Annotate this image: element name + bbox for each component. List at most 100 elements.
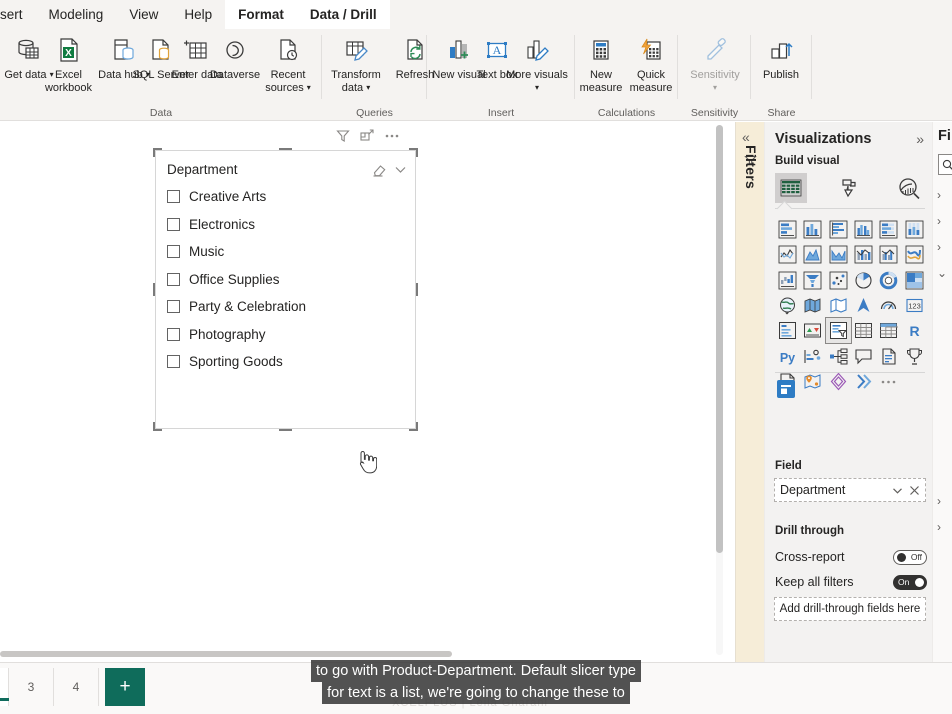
chevron-right-icon[interactable]: › bbox=[937, 240, 941, 254]
line-chart-icon[interactable] bbox=[775, 242, 800, 267]
checkbox[interactable] bbox=[167, 355, 180, 369]
add-page-button[interactable]: + bbox=[105, 668, 145, 706]
slicer-item[interactable]: Party & Celebration bbox=[167, 293, 407, 321]
stacked-column-chart-icon[interactable] bbox=[800, 217, 825, 242]
report-canvas[interactable]: Department Creative Arts Electronics Mus… bbox=[0, 122, 728, 662]
field-well-department[interactable]: Department bbox=[774, 478, 926, 502]
slicer-visual-container[interactable]: Department Creative Arts Electronics Mus… bbox=[153, 148, 418, 431]
qna-visual-icon[interactable] bbox=[851, 343, 876, 368]
chevron-right-icon[interactable]: › bbox=[937, 188, 941, 202]
hundred-percent-stacked-column-chart-icon[interactable] bbox=[901, 217, 926, 242]
close-icon[interactable] bbox=[909, 485, 920, 496]
cross-report-toggle[interactable]: Off bbox=[893, 549, 927, 565]
sensitivity-button[interactable]: Sensitivity ▾ bbox=[682, 33, 748, 99]
focus-mode-icon[interactable] bbox=[360, 129, 374, 143]
ribbon-tab-view[interactable]: View bbox=[116, 0, 171, 29]
donut-chart-icon[interactable] bbox=[876, 268, 901, 293]
page-tab-3[interactable]: 3 bbox=[9, 668, 54, 706]
pie-chart-icon[interactable] bbox=[851, 268, 876, 293]
chevron-right-icon[interactable]: › bbox=[937, 214, 941, 228]
new-measure-button[interactable]: New measure bbox=[575, 33, 627, 99]
chevron-right-icon[interactable]: › bbox=[937, 520, 941, 534]
keep-all-filters-toggle[interactable]: On bbox=[893, 574, 927, 590]
kpi-icon[interactable] bbox=[800, 318, 825, 343]
quick-measure-button[interactable]: Quick measure bbox=[625, 33, 677, 99]
ribbon-chart-icon[interactable] bbox=[901, 242, 926, 267]
ribbon-tab-insert[interactable]: sert bbox=[0, 0, 36, 29]
matrix-icon[interactable] bbox=[876, 318, 901, 343]
table-icon[interactable] bbox=[851, 318, 876, 343]
multi-row-card-icon[interactable] bbox=[775, 318, 800, 343]
scrollbar-thumb[interactable] bbox=[716, 125, 723, 553]
decomposition-tree-icon[interactable] bbox=[826, 343, 851, 368]
chevron-down-icon[interactable] bbox=[892, 485, 903, 496]
ribbon-tab-help[interactable]: Help bbox=[171, 0, 225, 29]
treemap-icon[interactable] bbox=[901, 268, 926, 293]
eraser-icon[interactable] bbox=[372, 162, 387, 177]
ribbon-tab-modeling[interactable]: Modeling bbox=[36, 0, 117, 29]
python-visual-icon[interactable]: Py bbox=[775, 343, 800, 368]
map-icon[interactable] bbox=[775, 293, 800, 318]
build-visual-tab[interactable] bbox=[775, 173, 807, 203]
checkbox[interactable] bbox=[167, 190, 180, 204]
chevron-double-left-icon[interactable]: « bbox=[742, 129, 750, 145]
page-tab-4[interactable]: 4 bbox=[54, 668, 99, 706]
chevron-double-right-icon[interactable]: » bbox=[916, 131, 924, 147]
chevron-down-icon[interactable] bbox=[394, 163, 407, 176]
excel-workbook-button[interactable]: X Excel workbook bbox=[40, 33, 97, 99]
drill-through-dropzone[interactable]: Add drill-through fields here bbox=[774, 597, 926, 621]
dataverse-button[interactable]: Dataverse bbox=[204, 33, 266, 99]
gauge-icon[interactable] bbox=[876, 293, 901, 318]
shape-map-icon[interactable] bbox=[826, 293, 851, 318]
key-influencers-icon[interactable] bbox=[800, 343, 825, 368]
checkbox[interactable] bbox=[167, 327, 180, 341]
get-more-visuals-icon[interactable] bbox=[777, 380, 795, 398]
page-tab-partial[interactable] bbox=[0, 668, 9, 706]
transform-data-button[interactable]: Transform data ▾ bbox=[325, 33, 387, 99]
scatter-chart-icon[interactable] bbox=[826, 268, 851, 293]
slicer-item[interactable]: Music bbox=[167, 238, 407, 266]
hundred-percent-stacked-bar-chart-icon[interactable] bbox=[876, 217, 901, 242]
clustered-column-chart-icon[interactable] bbox=[851, 217, 876, 242]
checkbox[interactable] bbox=[167, 272, 180, 286]
metrics-icon[interactable] bbox=[901, 343, 926, 368]
recent-sources-button[interactable]: Recent sources ▾ bbox=[258, 33, 318, 99]
area-chart-icon[interactable] bbox=[800, 242, 825, 267]
more-options-icon[interactable] bbox=[384, 129, 400, 143]
slicer-item[interactable]: Photography bbox=[167, 321, 407, 349]
canvas-horizontal-scrollbar[interactable] bbox=[0, 651, 452, 657]
canvas-vertical-scrollbar[interactable] bbox=[716, 125, 723, 655]
clustered-bar-chart-icon[interactable] bbox=[826, 217, 851, 242]
ribbon-tab-format[interactable]: Format bbox=[225, 0, 297, 29]
slicer-item[interactable]: Sporting Goods bbox=[167, 348, 407, 376]
filters-pane-collapsed[interactable]: « Filters bbox=[735, 122, 764, 662]
more-visuals-button[interactable]: More visuals ▾ bbox=[506, 33, 568, 99]
slicer-icon[interactable] bbox=[824, 317, 852, 345]
slicer-visual[interactable]: Department Creative Arts Electronics Mus… bbox=[155, 150, 416, 429]
slicer-item[interactable]: Office Supplies bbox=[167, 266, 407, 294]
line-and-clustered-column-chart-icon[interactable] bbox=[876, 242, 901, 267]
ribbon-tab-data-drill[interactable]: Data / Drill bbox=[296, 0, 390, 29]
checkbox[interactable] bbox=[167, 245, 180, 259]
analytics-magnifier-icon[interactable] bbox=[893, 173, 925, 203]
paint-roller-icon[interactable] bbox=[834, 173, 866, 203]
smart-narrative-icon[interactable] bbox=[876, 343, 901, 368]
filled-map-icon[interactable] bbox=[800, 293, 825, 318]
line-and-stacked-column-chart-icon[interactable] bbox=[851, 242, 876, 267]
waterfall-chart-icon[interactable] bbox=[775, 268, 800, 293]
stacked-bar-chart-icon[interactable] bbox=[775, 217, 800, 242]
chevron-right-icon[interactable]: › bbox=[937, 494, 941, 508]
slicer-item[interactable]: Creative Arts bbox=[167, 183, 407, 211]
funnel-chart-icon[interactable] bbox=[800, 268, 825, 293]
filter-icon[interactable] bbox=[336, 129, 350, 143]
slicer-item[interactable]: Electronics bbox=[167, 211, 407, 239]
checkbox[interactable] bbox=[167, 217, 180, 231]
r-script-visual-icon[interactable]: R bbox=[901, 318, 926, 343]
fields-search-input[interactable] bbox=[938, 154, 952, 175]
chevron-down-icon[interactable]: ⌄ bbox=[937, 266, 947, 280]
publish-button[interactable]: Publish bbox=[752, 33, 810, 99]
card-icon[interactable]: 123 bbox=[901, 293, 926, 318]
azure-map-icon[interactable] bbox=[851, 293, 876, 318]
stacked-area-chart-icon[interactable] bbox=[826, 242, 851, 267]
checkbox[interactable] bbox=[167, 300, 180, 314]
